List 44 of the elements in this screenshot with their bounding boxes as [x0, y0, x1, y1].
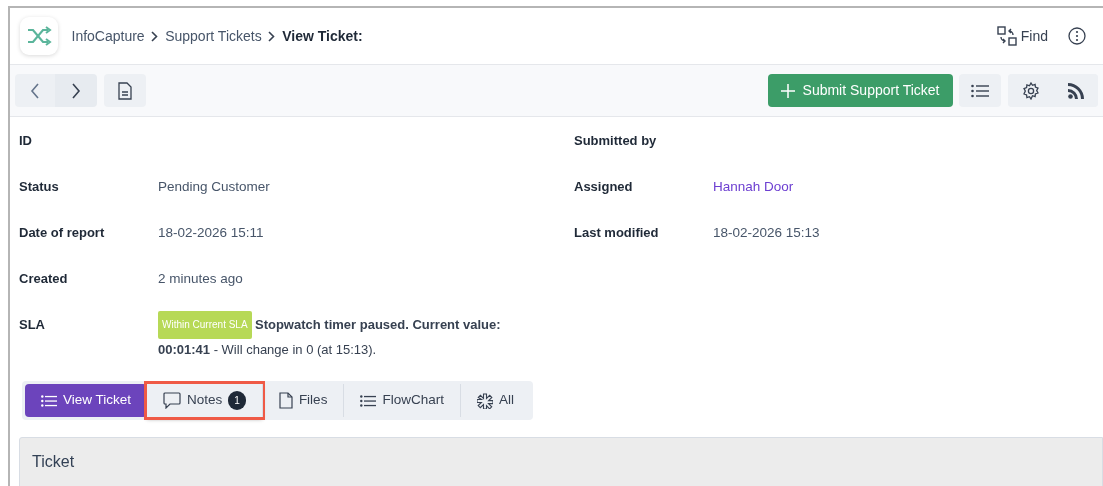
breadcrumb-item[interactable]: InfoCapture — [71, 25, 145, 47]
info-icon[interactable] — [1068, 27, 1087, 45]
field-value: 18-02-2026 15:13 — [713, 225, 820, 240]
breadcrumb-item: View Ticket: — [282, 26, 363, 46]
field-label: Assigned — [574, 179, 633, 194]
field-label: SLA — [19, 317, 45, 332]
field-label: Submitted by — [574, 133, 657, 148]
list-button[interactable] — [959, 74, 1002, 107]
settings-icon — [1021, 81, 1040, 100]
document-button[interactable] — [103, 74, 146, 107]
field-value: 18-02-2026 15:11 — [158, 225, 264, 240]
list-icon — [41, 394, 57, 407]
chevron-icon — [268, 30, 276, 42]
field-value: Pending Customer — [158, 179, 270, 194]
sla-message: Stopwatch timer paused. Current value: — [254, 316, 501, 334]
breadcrumb-item[interactable]: Support Tickets — [165, 25, 262, 47]
chevron-left-icon — [30, 82, 40, 99]
assignee-link[interactable]: Hannah Door — [713, 179, 794, 194]
field-label: Last modified — [574, 225, 659, 240]
document-icon — [117, 81, 132, 100]
count-badge: 1 — [228, 391, 246, 410]
field-label: ID — [19, 133, 32, 148]
field-label: Date of report — [19, 225, 105, 240]
sla-detail: 00:01:41 - Will change in 0 (at 15:13). — [158, 341, 377, 359]
chevron-icon — [151, 30, 159, 42]
tab[interactable]: FlowChart — [343, 384, 460, 417]
field-label: Created — [19, 271, 68, 286]
rss-icon — [1067, 82, 1084, 99]
chevron-right-icon — [71, 82, 81, 99]
list-icon — [360, 394, 377, 407]
swap-icon — [997, 26, 1018, 46]
asterisk-icon — [476, 392, 493, 409]
sla-badge: Within Current SLA — [158, 311, 252, 339]
field-label: Status — [19, 179, 59, 194]
list-icon — [971, 83, 990, 98]
tab[interactable]: Files — [261, 384, 344, 417]
tab[interactable]: Notes 1 — [147, 384, 262, 417]
tab[interactable]: All — [459, 384, 530, 417]
card-title: Ticket — [31, 452, 76, 472]
field-value: 2 minutes ago — [158, 271, 243, 286]
find-link[interactable]: Find — [997, 25, 1048, 47]
speech-bubble-icon — [163, 392, 182, 409]
file-icon — [278, 392, 293, 409]
plus-icon — [780, 83, 795, 98]
